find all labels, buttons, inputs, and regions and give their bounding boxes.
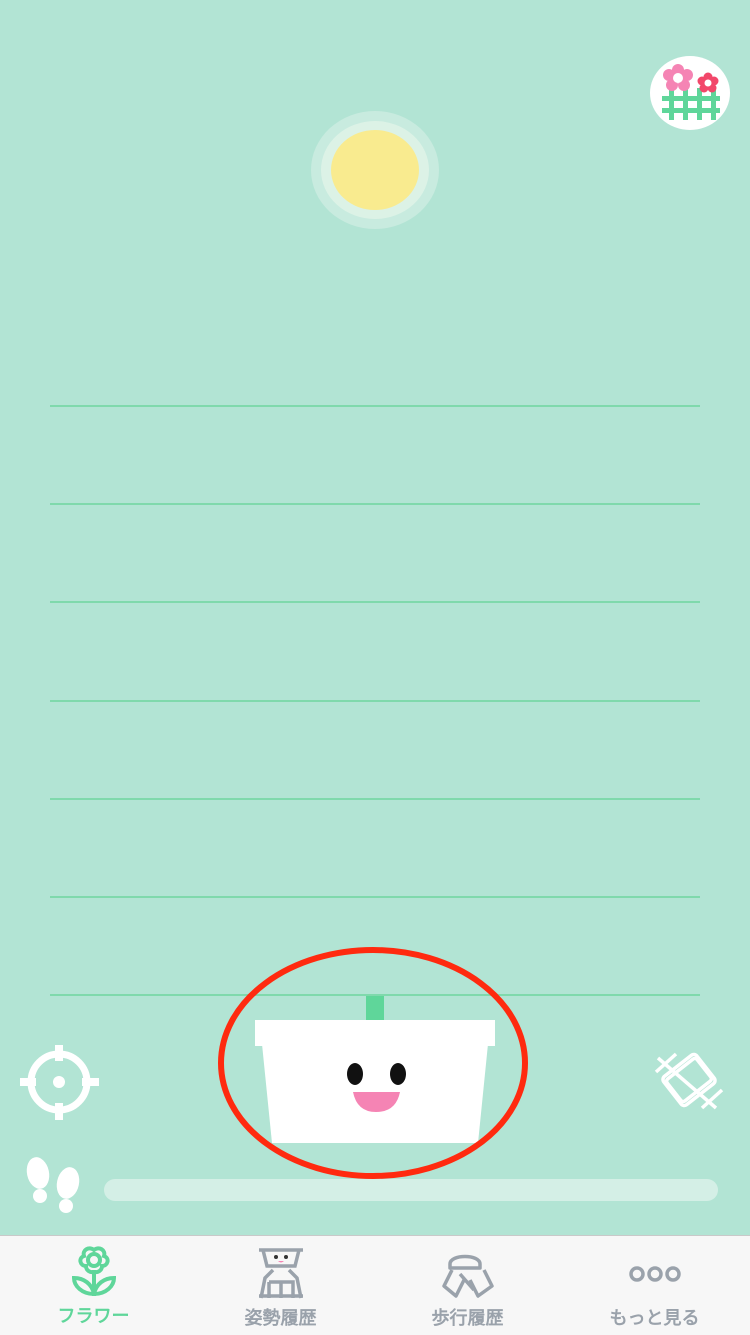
flower-garden-icon (662, 64, 720, 120)
walking-history-icon (441, 1254, 494, 1298)
growth-guide-line (50, 601, 700, 603)
tab-walking-history[interactable]: 歩行履歴 (374, 1236, 561, 1335)
tab-label: 歩行履歴 (431, 1308, 504, 1329)
highlight-circle (218, 947, 528, 1179)
flower-scene (0, 0, 750, 1235)
growth-guide-line (50, 700, 700, 702)
tab-more[interactable]: もっと見る (561, 1236, 748, 1335)
sun (331, 130, 419, 210)
posture-history-icon (258, 1248, 303, 1299)
tab-bar: フラワー 姿勢履歴 歩行履歴 もっと見る (0, 1235, 750, 1335)
tab-flower[interactable]: フラワー (0, 1236, 187, 1335)
tab-label: フラワー (57, 1306, 130, 1327)
growth-guide-line (50, 503, 700, 505)
footprints-icon (26, 1157, 80, 1213)
growth-guide-line (50, 896, 700, 898)
flower-icon (71, 1246, 116, 1296)
rotate-lock-icon[interactable] (654, 1050, 724, 1112)
tab-label: もっと見る (609, 1308, 700, 1329)
garden-button[interactable] (650, 56, 730, 130)
step-progress-bar (104, 1179, 718, 1201)
tab-posture-history[interactable]: 姿勢履歴 (187, 1236, 374, 1335)
growth-guide-line (50, 405, 700, 407)
tab-label: 姿勢履歴 (244, 1308, 317, 1329)
more-icon (628, 1266, 681, 1282)
crosshair-icon[interactable] (20, 1045, 100, 1121)
growth-guide-line (50, 798, 700, 800)
